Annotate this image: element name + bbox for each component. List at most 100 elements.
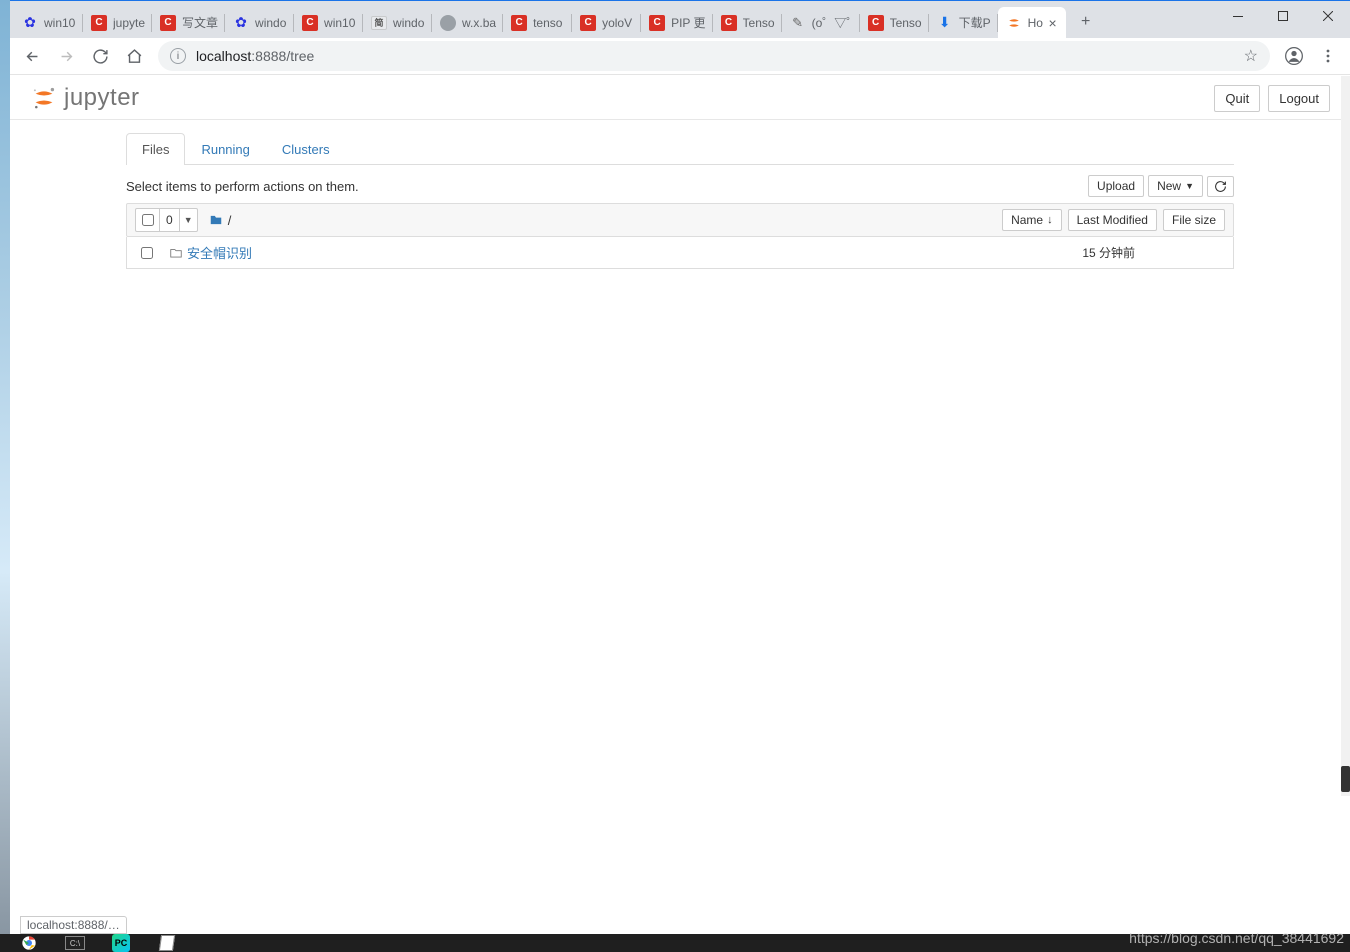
jupyter-header: jupyter Quit Logout	[10, 75, 1350, 120]
jupyter-logo[interactable]: jupyter	[30, 83, 140, 113]
row-checkbox[interactable]	[141, 247, 153, 259]
address-bar[interactable]: i localhost:8888/tree ☆	[158, 41, 1270, 71]
home-button[interactable]	[118, 40, 150, 72]
select-all-control[interactable]: 0 ▼	[135, 208, 198, 232]
select-menu-caret-icon[interactable]: ▼	[179, 209, 197, 231]
tab-title: win10	[44, 16, 76, 30]
refresh-button[interactable]	[1207, 176, 1234, 197]
logout-button[interactable]: Logout	[1268, 85, 1330, 112]
tab-title: windo	[255, 16, 287, 30]
tab-favicon: ✎	[790, 15, 806, 31]
site-info-icon[interactable]: i	[170, 48, 186, 64]
url-port: :8888	[251, 48, 286, 64]
file-list-header: 0 ▼ / Name ↓ Last Modified File size	[126, 203, 1234, 237]
tab-clusters[interactable]: Clusters	[266, 133, 346, 165]
tab-title: 写文章	[182, 14, 218, 31]
browser-tab[interactable]: C写文章	[152, 7, 224, 38]
new-button-label: New	[1157, 179, 1181, 193]
browser-tab[interactable]: CTenso	[713, 7, 781, 38]
sort-name-button[interactable]: Name ↓	[1002, 209, 1062, 231]
forward-button[interactable]	[50, 40, 82, 72]
browser-tab[interactable]: ⬇ 下载P	[929, 7, 997, 38]
browser-tab[interactable]: 简 windo	[363, 7, 431, 38]
browser-tab[interactable]: Ho×	[998, 7, 1066, 38]
tab-title: jupyte	[113, 16, 145, 30]
sort-size-button[interactable]: File size	[1163, 209, 1225, 231]
bookmark-star-icon[interactable]: ☆	[1244, 46, 1258, 66]
tab-favicon: C	[868, 15, 884, 31]
url-path: /tree	[286, 48, 314, 64]
tab-title: win10	[324, 16, 356, 30]
back-button[interactable]	[16, 40, 48, 72]
browser-window: ✿win10CjupyteC写文章✿windoCwin10简window.x.b…	[10, 0, 1350, 952]
tab-title: (o゜▽゜)	[812, 14, 853, 31]
tab-title: windo	[393, 16, 425, 30]
file-list-row[interactable]: 安全帽识别15 分钟前	[126, 237, 1234, 269]
file-name-link[interactable]: 安全帽识别	[187, 246, 252, 261]
taskbar-notepad-icon[interactable]	[148, 934, 186, 952]
tab-close-icon[interactable]: ×	[1046, 16, 1060, 30]
tab-title: tenso	[533, 16, 565, 30]
browser-tab[interactable]: Cjupyte	[83, 7, 151, 38]
browser-tab[interactable]: w.x.ba	[432, 7, 502, 38]
tab-favicon: C	[91, 15, 107, 31]
tab-favicon: ✿	[233, 15, 249, 31]
refresh-icon	[1214, 180, 1227, 193]
browser-tabstrip: ✿win10CjupyteC写文章✿windoCwin10简window.x.b…	[10, 1, 1350, 38]
browser-tab[interactable]: CPIP 更	[641, 7, 711, 38]
tab-running[interactable]: Running	[185, 133, 265, 165]
selected-count: 0	[160, 213, 179, 227]
jupyter-nav-tabs: Files Running Clusters	[126, 132, 1234, 165]
jupyter-logo-icon	[30, 83, 58, 113]
new-tab-button[interactable]: +	[1072, 8, 1100, 36]
tab-favicon	[440, 15, 456, 31]
tab-favicon	[1006, 15, 1022, 31]
jupyter-logo-text: jupyter	[64, 84, 140, 112]
taskbar-chrome-icon[interactable]	[10, 934, 48, 952]
tab-favicon: ⬇	[937, 15, 953, 31]
tab-favicon: C	[580, 15, 596, 31]
taskbar-pycharm-icon[interactable]: PC	[102, 934, 140, 952]
tab-favicon: 简	[371, 15, 387, 31]
status-bar-tooltip: localhost:8888/…	[20, 916, 127, 934]
tab-title: Tenso	[890, 16, 922, 30]
page-scrollbar[interactable]	[1341, 76, 1350, 796]
chevron-down-icon: ▼	[1185, 181, 1194, 191]
browser-tab[interactable]: ✿ windo	[225, 7, 293, 38]
upload-button[interactable]: Upload	[1088, 175, 1144, 197]
folder-outline-icon	[165, 246, 187, 260]
profile-avatar-button[interactable]	[1278, 40, 1310, 72]
new-dropdown-button[interactable]: New ▼	[1148, 175, 1203, 197]
tab-favicon: ✿	[22, 15, 38, 31]
window-minimize-button[interactable]	[1215, 1, 1260, 31]
tab-title: Ho	[1028, 16, 1044, 30]
sort-name-label: Name	[1011, 213, 1043, 227]
tab-title: w.x.ba	[462, 16, 496, 30]
watermark-text: https://blog.csdn.net/qq_38441692	[1129, 930, 1344, 946]
browser-navbar: i localhost:8888/tree ☆	[10, 38, 1350, 75]
window-maximize-button[interactable]	[1260, 1, 1305, 31]
sort-modified-button[interactable]: Last Modified	[1068, 209, 1157, 231]
breadcrumb-root: /	[228, 213, 232, 228]
browser-tab[interactable]: C Tenso	[860, 7, 928, 38]
tab-title: PIP 更	[671, 14, 705, 31]
selection-hint-text: Select items to perform actions on them.	[126, 179, 359, 194]
reload-button[interactable]	[84, 40, 116, 72]
browser-tab[interactable]: CyoloV	[572, 7, 640, 38]
desktop-background-sliver	[0, 0, 10, 952]
url-host: localhost	[196, 48, 251, 64]
sort-arrow-down-icon: ↓	[1047, 214, 1053, 226]
breadcrumb[interactable]: /	[208, 213, 232, 228]
browser-tab[interactable]: ✎ (o゜▽゜)	[782, 7, 859, 38]
chrome-menu-button[interactable]	[1312, 40, 1344, 72]
select-all-checkbox[interactable]	[142, 214, 154, 226]
tab-files[interactable]: Files	[126, 133, 185, 165]
taskbar-terminal-icon[interactable]: C:\	[56, 934, 94, 952]
quit-button[interactable]: Quit	[1214, 85, 1260, 112]
window-close-button[interactable]	[1305, 1, 1350, 31]
browser-tab[interactable]: Ctenso	[503, 7, 571, 38]
tab-title: 下载P	[959, 14, 991, 31]
browser-tab[interactable]: ✿ win10	[14, 7, 82, 38]
browser-tab[interactable]: Cwin10	[294, 7, 362, 38]
tab-title: Tenso	[743, 16, 775, 30]
